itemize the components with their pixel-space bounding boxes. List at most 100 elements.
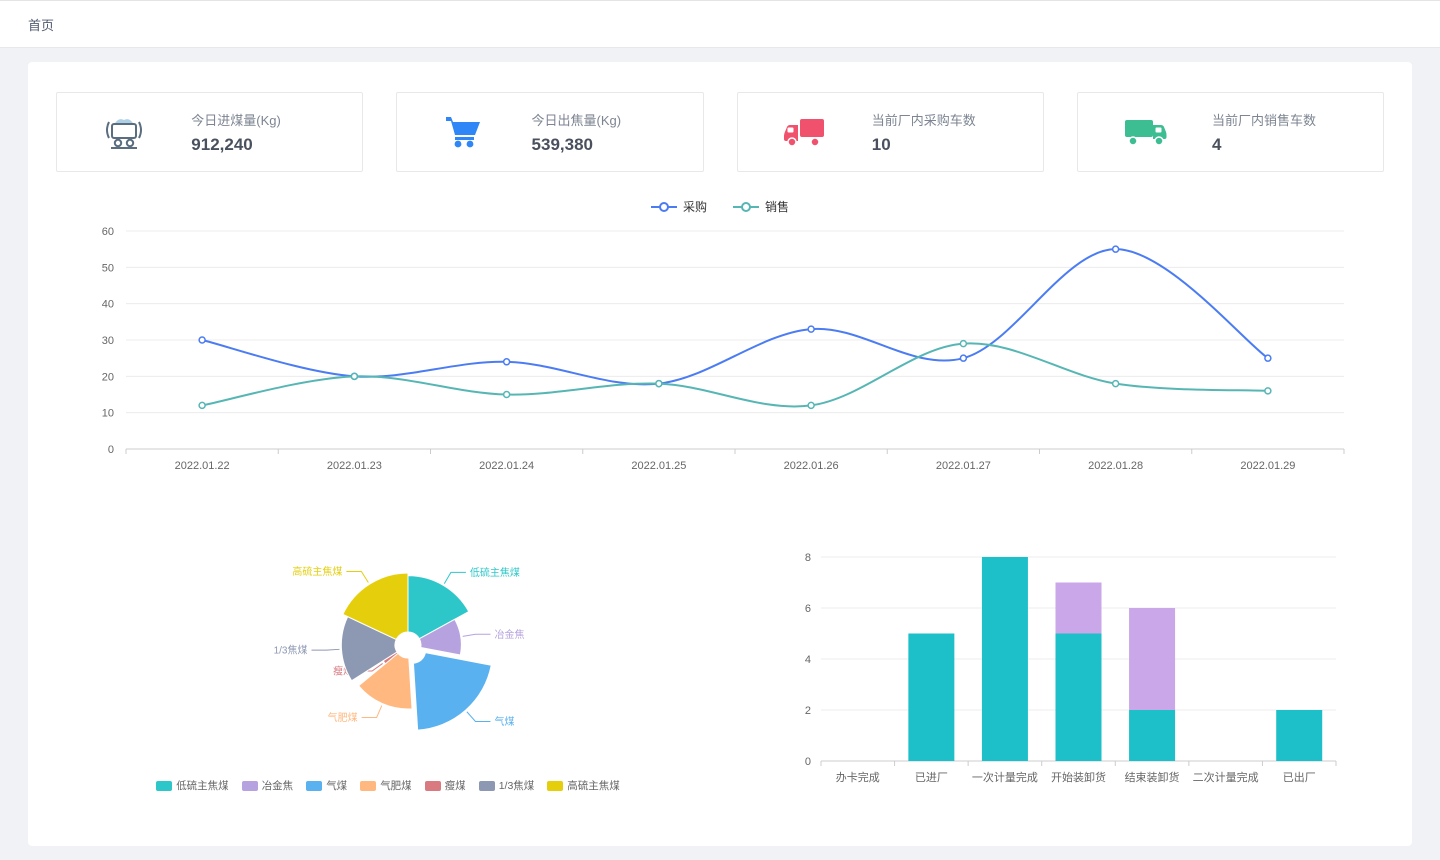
data-point[interactable]: [960, 341, 966, 347]
rose-pie-chart[interactable]: 低硫主焦煤冶金焦气煤气肥煤瘦煤1/3焦煤高硫主焦煤: [78, 531, 698, 769]
stat-label: 当前厂内采购车数: [872, 110, 1033, 129]
pie-chart-legend: 低硫主焦煤 冶金焦气煤气肥煤 瘦煤 1/3焦煤 高硫主焦煤: [78, 778, 698, 793]
data-point[interactable]: [199, 337, 205, 343]
stat-card-coke-out: 今日出焦量(Kg) 539,380: [396, 92, 703, 172]
data-point[interactable]: [960, 355, 966, 361]
legend-label: 1/3焦煤: [499, 778, 535, 793]
pie-legend-item[interactable]: 气煤: [306, 778, 347, 793]
pie-label-line: [311, 649, 339, 650]
legend-swatch: [425, 781, 441, 791]
pie-legend-item[interactable]: 低硫主焦煤: [156, 778, 229, 793]
stat-card-text: 当前厂内采购车数 10: [872, 110, 1043, 155]
data-point[interactable]: [1113, 381, 1119, 387]
line-series-采购[interactable]: [202, 249, 1268, 384]
bar-segment[interactable]: [982, 557, 1028, 761]
x-axis-label: 2022.01.23: [327, 460, 382, 472]
line-series-marker-icon: [733, 201, 759, 213]
data-point[interactable]: [808, 402, 814, 408]
legend-label: 销售: [765, 198, 789, 215]
pie-slice-label: 高硫主焦煤: [292, 565, 342, 578]
y-axis-label: 10: [102, 408, 114, 420]
bar-segment[interactable]: [1129, 608, 1175, 710]
data-point[interactable]: [1265, 355, 1271, 361]
stat-card-sales-trucks: 当前厂内销售车数 4: [1077, 92, 1384, 172]
y-axis-label: 2: [805, 705, 811, 717]
stat-label: 今日出焦量(Kg): [532, 110, 693, 129]
bar-segment[interactable]: [1056, 583, 1102, 634]
y-axis-label: 8: [805, 552, 811, 564]
stat-card-purchase-trucks: 当前厂内采购车数 10: [737, 92, 1044, 172]
bar-segment[interactable]: [1276, 710, 1322, 761]
pie-label-line: [467, 712, 491, 722]
data-point[interactable]: [351, 373, 357, 379]
line-chart[interactable]: 01020304050602022.01.222022.01.232022.01…: [48, 219, 1392, 487]
x-axis-label: 已进厂: [915, 771, 948, 784]
stat-value: 539,380: [532, 135, 693, 155]
x-axis-label: 2022.01.24: [479, 460, 534, 472]
x-axis-label: 2022.01.28: [1088, 460, 1143, 472]
stat-label: 当前厂内销售车数: [1212, 110, 1373, 129]
pie-legend-item[interactable]: 1/3焦煤: [479, 778, 535, 793]
legend-label: 瘦煤: [445, 778, 466, 793]
pie-slice-label: 1/3焦煤: [274, 644, 308, 657]
y-axis-label: 6: [805, 603, 811, 615]
line-chart-legend: 采购 销售: [48, 198, 1392, 215]
x-axis-label: 2022.01.29: [1240, 460, 1295, 472]
legend-label: 冶金焦: [262, 778, 294, 793]
stat-card-text: 今日出焦量(Kg) 539,380: [532, 110, 703, 155]
legend-swatch: [156, 781, 172, 791]
stat-card-text: 当前厂内销售车数 4: [1212, 110, 1383, 155]
pie-slice-label: 低硫主焦煤: [470, 566, 520, 579]
bar-segment[interactable]: [1129, 710, 1175, 761]
stat-cards-row: 今日进煤量(Kg) 912,240 今日出焦量(Kg) 539,380: [56, 92, 1384, 172]
data-point[interactable]: [656, 381, 662, 387]
x-axis-label: 二次计量完成: [1193, 770, 1259, 784]
bar-segment[interactable]: [1056, 634, 1102, 762]
stat-value: 4: [1212, 135, 1373, 155]
legend-label: 高硫主焦煤: [567, 778, 620, 793]
legend-swatch: [547, 781, 563, 791]
pie-slice-label: 气煤: [494, 715, 514, 728]
data-point[interactable]: [504, 392, 510, 398]
legend-label: 低硫主焦煤: [176, 778, 229, 793]
dashboard-panel: 今日进煤量(Kg) 912,240 今日出焦量(Kg) 539,380: [28, 62, 1412, 846]
stacked-bar-chart[interactable]: 02468办卡完成已进厂一次计量完成开始装卸货结束装卸货二次计量完成已出厂: [776, 531, 1356, 793]
pie-legend-item[interactable]: 高硫主焦煤: [547, 778, 620, 793]
legend-label: 采购: [683, 198, 707, 215]
data-point[interactable]: [808, 326, 814, 332]
x-axis-label: 开始装卸货: [1051, 770, 1106, 784]
x-axis-label: 办卡完成: [836, 770, 880, 784]
stat-value: 10: [872, 135, 1033, 155]
y-axis-label: 50: [102, 262, 114, 274]
x-axis-label: 2022.01.27: [936, 460, 991, 472]
x-axis-label: 结束装卸货: [1125, 770, 1180, 784]
y-axis-label: 0: [108, 444, 114, 456]
stat-label: 今日进煤量(Kg): [191, 110, 352, 129]
purchase-truck-icon: [738, 115, 872, 149]
data-point[interactable]: [504, 359, 510, 365]
pie-legend-item[interactable]: 冶金焦: [242, 778, 294, 793]
legend-swatch: [479, 781, 495, 791]
data-point[interactable]: [1265, 388, 1271, 394]
pie-slice-label: 冶金焦: [494, 628, 524, 641]
data-point[interactable]: [199, 402, 205, 408]
line-series-销售[interactable]: [202, 343, 1268, 406]
sales-truck-icon: [1078, 115, 1212, 149]
pie-slice[interactable]: [413, 653, 491, 730]
y-axis-label: 40: [102, 299, 114, 311]
pie-legend-item[interactable]: 瘦煤: [425, 778, 466, 793]
bar-chart-block: 02468办卡完成已进厂一次计量完成开始装卸货结束装卸货二次计量完成已出厂: [776, 531, 1356, 798]
legend-item-purchase[interactable]: 采购: [651, 198, 707, 215]
legend-swatch: [306, 781, 322, 791]
legend-swatch: [242, 781, 258, 791]
y-axis-label: 0: [805, 756, 811, 768]
bar-segment[interactable]: [908, 634, 954, 762]
y-axis-label: 20: [102, 371, 114, 383]
data-point[interactable]: [1113, 246, 1119, 252]
pie-slice-label: 气肥煤: [328, 711, 358, 724]
stat-card-text: 今日进煤量(Kg) 912,240: [191, 110, 362, 155]
breadcrumb[interactable]: 首页: [28, 15, 54, 34]
y-axis-label: 30: [102, 335, 114, 347]
pie-legend-item[interactable]: 气肥煤: [360, 778, 412, 793]
legend-item-sales[interactable]: 销售: [733, 198, 789, 215]
